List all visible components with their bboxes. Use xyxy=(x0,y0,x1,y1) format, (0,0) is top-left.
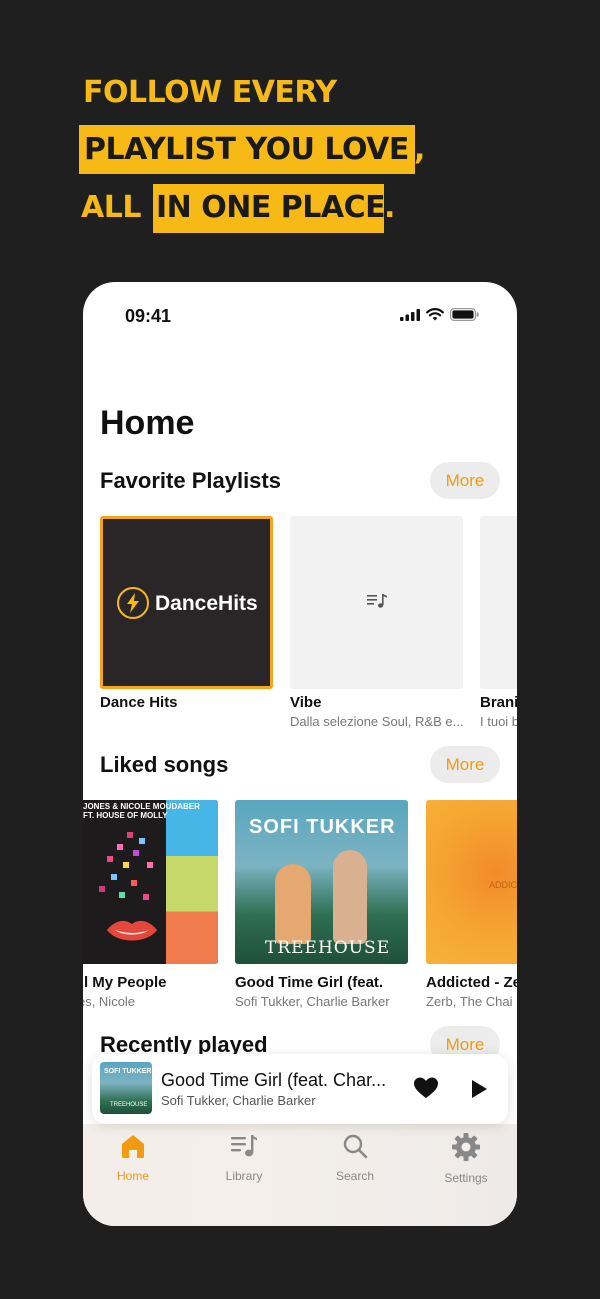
home-icon xyxy=(122,1135,144,1158)
tab-label: Home xyxy=(116,1169,149,1183)
status-icons xyxy=(400,308,479,321)
gear-icon xyxy=(452,1133,480,1161)
song-title: e All My People xyxy=(83,974,167,991)
dance-hits-logo-text: DanceHits xyxy=(155,592,258,615)
wifi-icon xyxy=(426,308,444,321)
playlist-title: Vibe xyxy=(290,694,322,711)
playlist-icon xyxy=(367,594,387,608)
mini-player-title: Good Time Girl (feat. Char... xyxy=(161,1070,387,1090)
tab-bar: Home Library Search Settings xyxy=(83,1124,517,1226)
cover-art-pixels xyxy=(99,832,153,900)
playlist-card[interactable]: Vibe Dalla selezione Soul, R&B e... xyxy=(290,516,463,730)
cover-art-title: SOFI TUKKER xyxy=(249,816,396,838)
liked-songs-more-button[interactable]: More xyxy=(430,746,500,783)
section-title-favorite-playlists: Favorite Playlists xyxy=(100,468,281,493)
favorite-playlists-more-button[interactable]: More xyxy=(430,462,500,499)
song-card[interactable]: JONES & NICOLE MOUDABER FT. HOUSE OF MOL… xyxy=(83,800,218,1014)
promo-line-3-a: ALL xyxy=(81,190,141,225)
playlist-subtitle: Dalla selezione Soul, R&B e... xyxy=(290,714,464,729)
song-card[interactable]: SOFI TUKKER TREEHOUSE Good Time Girl (fe… xyxy=(235,800,408,1014)
status-bar: 09:41 xyxy=(83,306,517,328)
phone-screen: 09:41 Home Favorite Playlists More Dance… xyxy=(83,282,517,1226)
song-artist: Sofi Tukker, Charlie Barker xyxy=(235,994,390,1009)
tab-label: Search xyxy=(335,1169,375,1183)
playlist-cover xyxy=(480,516,517,689)
song-title: Good Time Girl (feat. xyxy=(235,974,384,991)
tab-search[interactable]: Search xyxy=(310,1132,400,1183)
cover-art-figure xyxy=(275,864,311,944)
tab-settings[interactable]: Settings xyxy=(421,1132,511,1185)
playlist-cover: DanceHits xyxy=(100,516,273,689)
mini-player-artwork-subtext: TREEHOUSE xyxy=(110,1102,148,1108)
playlist-subtitle: I tuoi b xyxy=(480,714,517,729)
promo-line-2: PLAYLIST YOU LOVE xyxy=(84,132,409,167)
mini-player-artist: Sofi Tukker, Charlie Barker xyxy=(161,1093,316,1108)
playlist-card[interactable]: DanceHits Dance Hits xyxy=(100,516,273,716)
playlist-title: Brani xyxy=(480,694,517,711)
tab-label: Settings xyxy=(444,1171,488,1185)
tab-library[interactable]: Library xyxy=(199,1132,289,1183)
promo-line-3-b: IN ONE PLACE xyxy=(156,190,386,225)
song-cover: SOFI TUKKER TREEHOUSE xyxy=(235,800,408,964)
playlist-title: Dance Hits xyxy=(100,694,178,711)
cover-art-text: JONES & NICOLE MOUDABER FT. HOUSE OF MOL… xyxy=(83,802,200,820)
song-cover: ADDIC xyxy=(426,800,517,964)
status-time: 09:41 xyxy=(125,306,172,326)
song-title: Addicted - Ze xyxy=(426,974,517,991)
cover-art-lips xyxy=(107,920,157,941)
search-icon xyxy=(343,1134,368,1159)
song-artist: Zerb, The Chai xyxy=(426,994,513,1009)
mini-player-artwork-text: SOFI TUKKER xyxy=(104,1068,152,1075)
battery-icon xyxy=(450,308,479,321)
playlist-card[interactable]: Brani I tuoi b xyxy=(480,516,517,730)
promo-line-1: FOLLOW EVERY xyxy=(83,75,337,110)
cover-art-text: ADDIC xyxy=(489,880,517,890)
promo-line-3-mark: . xyxy=(384,190,395,225)
tab-label: Library xyxy=(225,1169,263,1183)
play-icon[interactable] xyxy=(470,1079,488,1099)
song-card[interactable]: ADDIC Addicted - Ze Zerb, The Chai xyxy=(426,800,517,1014)
cover-art-stripes xyxy=(166,800,218,964)
heart-icon[interactable] xyxy=(413,1076,439,1100)
song-artist: Jones, Nicole xyxy=(83,994,136,1009)
mini-player-artwork: SOFI TUKKER TREEHOUSE xyxy=(100,1062,152,1114)
signal-icon xyxy=(400,308,420,321)
page-title: Home xyxy=(100,404,195,442)
library-icon xyxy=(231,1135,257,1157)
playlist-cover xyxy=(290,516,463,689)
promo-line-2-mark: , xyxy=(414,132,425,167)
promo-headline: FOLLOW EVERY PLAYLIST YOU LOVE , ALL IN … xyxy=(0,0,600,260)
tab-home[interactable]: Home xyxy=(88,1132,178,1183)
cover-art-figure xyxy=(333,850,367,944)
mini-player[interactable]: SOFI TUKKER TREEHOUSE Good Time Girl (fe… xyxy=(92,1054,508,1124)
cover-art-subtitle: TREEHOUSE xyxy=(265,938,391,958)
section-title-liked-songs: Liked songs xyxy=(100,752,229,777)
bolt-icon xyxy=(117,587,149,619)
song-cover: JONES & NICOLE MOUDABER FT. HOUSE OF MOL… xyxy=(83,800,218,964)
